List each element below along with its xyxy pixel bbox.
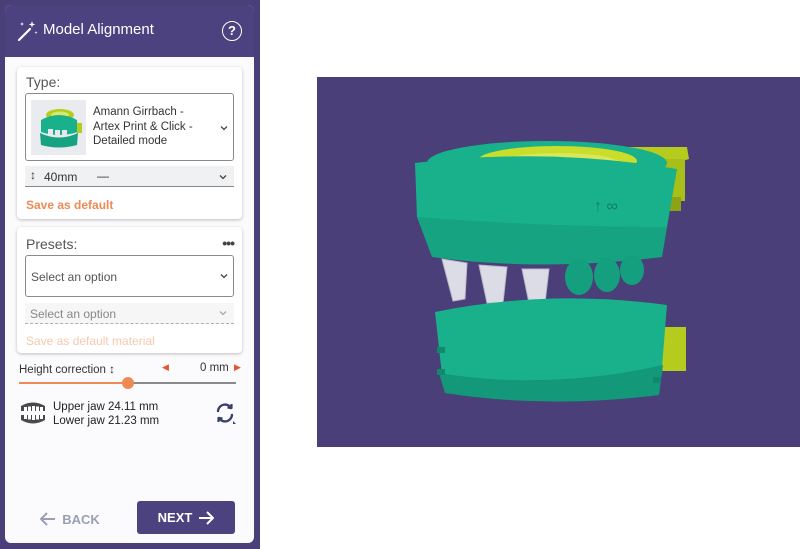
swap-jaws-icon[interactable] <box>213 401 237 425</box>
chevron-down-icon <box>219 175 227 180</box>
type-card: Type: Amann Girrbach - Artex Print & Cli… <box>17 67 242 219</box>
save-as-default-material-link: Save as default material <box>26 334 155 348</box>
magic-wand-icon <box>17 21 38 42</box>
articulator-thumbnail <box>31 100 86 155</box>
teeth-icon <box>21 402 45 424</box>
decrement-arrow-icon[interactable]: ◀ <box>162 362 169 373</box>
arrow-left-icon <box>40 512 56 526</box>
height-correction-value: 0 mm <box>200 362 229 374</box>
back-button[interactable]: BACK <box>35 506 105 532</box>
slider-thumb[interactable] <box>121 377 134 389</box>
next-button[interactable]: NEXT <box>137 501 235 534</box>
height-arrows-icon: ↕ <box>30 168 36 182</box>
chevron-down-icon <box>220 126 228 131</box>
dental-model-render: ↑ ∞ <box>415 141 689 402</box>
material-select: Select an option <box>25 303 234 324</box>
page-title: Model Alignment <box>43 21 154 38</box>
svg-text:↑ ∞: ↑ ∞ <box>594 198 618 215</box>
presets-label: Presets: <box>26 236 78 252</box>
sidebar-frame: Model Alignment ? Type: Amann Girrbach -… <box>0 0 260 549</box>
increment-arrow-icon[interactable]: ▶ <box>234 362 241 373</box>
chevron-down-icon <box>219 311 227 316</box>
height-extra: — <box>97 169 109 183</box>
height-arrows-icon: ↕ <box>108 362 115 376</box>
help-circle-icon[interactable]: ? <box>222 21 242 41</box>
model-alignment-panel: Model Alignment ? Type: Amann Girrbach -… <box>5 5 254 543</box>
arrow-right-icon <box>199 510 215 525</box>
height-select[interactable]: ↕ 40mm — <box>25 166 234 187</box>
material-placeholder: Select an option <box>30 307 117 321</box>
height-correction-slider[interactable] <box>19 377 236 389</box>
save-as-default-link[interactable]: Save as default <box>26 198 113 212</box>
next-label: NEXT <box>157 510 193 525</box>
panel-header: Model Alignment ? <box>5 5 254 57</box>
presets-card: Presets: ••• Select an option Select an … <box>17 227 242 353</box>
upper-jaw-height: Upper jaw 24.11 mm <box>53 401 159 413</box>
type-select[interactable]: Amann Girrbach - Artex Print & Click - D… <box>25 93 234 161</box>
lower-jaw-height: Lower jaw 21.23 mm <box>53 415 160 427</box>
preset-select[interactable]: Select an option <box>25 255 234 297</box>
more-options-icon[interactable]: ••• <box>222 235 235 251</box>
height-value: 40mm <box>44 170 78 184</box>
type-label: Type: <box>26 74 61 90</box>
height-correction-label: Height correction ↕ <box>19 362 115 376</box>
preset-placeholder: Select an option <box>31 270 118 284</box>
3d-viewport[interactable]: ↑ ∞ <box>317 77 800 447</box>
type-selected-label: Amann Girrbach - Artex Print & Click - D… <box>93 106 193 147</box>
jaw-heights: Upper jaw 24.11 mm Lower jaw 21.23 mm <box>53 400 159 428</box>
slider-fill <box>19 382 128 384</box>
chevron-down-icon <box>220 274 228 279</box>
back-label: BACK <box>62 511 100 527</box>
